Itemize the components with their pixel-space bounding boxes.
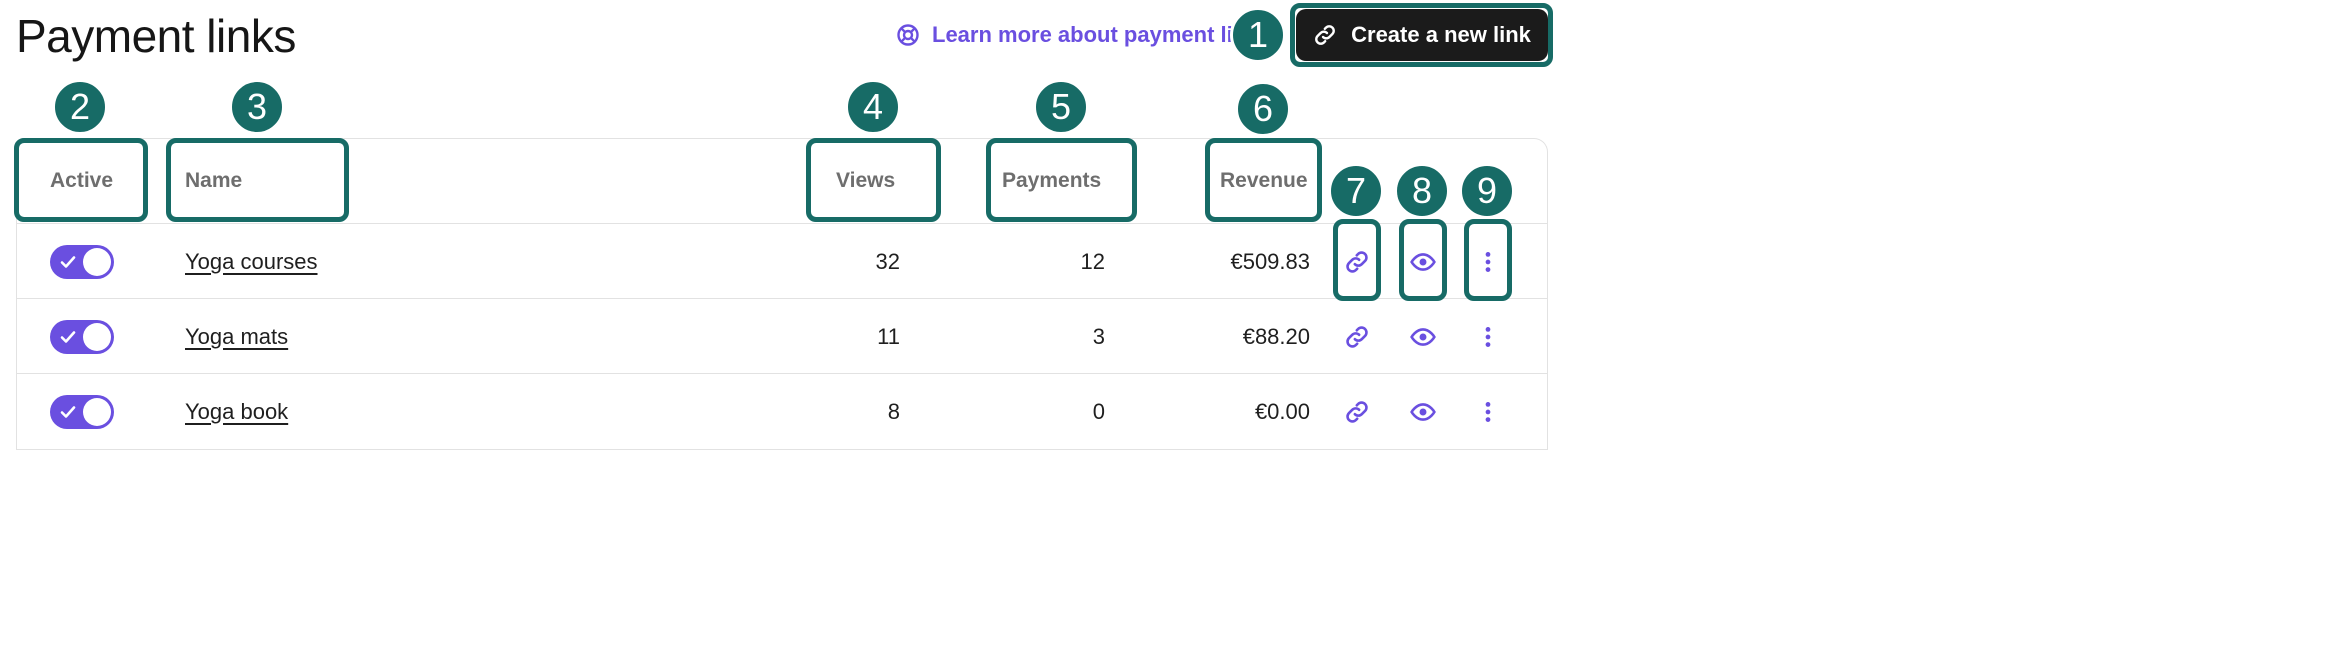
active-toggle[interactable] [50,320,114,354]
annotation-badge: 9 [1459,163,1515,219]
revenue-value: €509.83 [1230,248,1310,274]
active-toggle[interactable] [50,245,114,279]
revenue-value: €88.20 [1242,323,1310,349]
annotation-box-payments-column [986,138,1137,222]
annotation-badge: 7 [1328,163,1384,219]
check-icon [60,256,76,268]
toggle-knob [83,248,111,276]
annotation-badge: 8 [1394,163,1450,219]
check-icon [60,406,76,418]
annotation-badge: 4 [845,79,901,135]
active-toggle[interactable] [50,395,114,429]
annotation-box-active-column [14,138,148,222]
annotation-box-more-actions [1464,219,1512,301]
annotation-badge: 5 [1033,79,1089,135]
revenue-value: €0.00 [1254,398,1310,424]
views-value: 32 [875,248,900,274]
eye-icon[interactable] [1410,399,1436,425]
copy-link-icon[interactable] [1344,399,1370,425]
table-row: Yoga book 8 0 €0.00 [16,374,1548,449]
payment-link-name[interactable]: Yoga book [185,399,288,425]
check-icon [60,331,76,343]
annotation-box-preview [1399,219,1447,301]
views-value: 8 [887,398,900,424]
learn-more-label: Learn more about payment links [932,22,1248,47]
payments-value: 3 [1092,323,1105,349]
row-divider [16,449,1548,450]
payment-link-name[interactable]: Yoga mats [185,324,288,350]
copy-link-icon[interactable] [1344,324,1370,350]
views-value: 11 [877,323,900,349]
payment-links-page: Payment links Learn more about payment l… [0,0,1568,460]
annotation-box-views-column [806,138,941,222]
annotation-badge: 3 [229,79,285,135]
annotation-badge: 6 [1235,81,1291,137]
annotation-box-name-column [166,138,349,222]
eye-icon[interactable] [1410,324,1436,350]
table-row: Yoga mats 11 3 €88.20 [16,299,1548,374]
page-title: Payment links [16,10,296,62]
toggle-knob [83,398,111,426]
more-vertical-icon[interactable] [1475,399,1501,425]
toggle-knob [83,323,111,351]
lifebuoy-icon [897,24,919,46]
annotation-box-create-button [1290,3,1553,67]
table-row: Yoga courses 32 12 €509.83 [16,224,1548,299]
annotation-box-revenue-column [1205,138,1322,222]
payments-value: 12 [1080,248,1105,274]
learn-more-link[interactable]: Learn more about payment links [896,20,1248,50]
annotation-badge: 2 [52,79,108,135]
annotation-badge: 1 [1230,7,1286,63]
payment-link-name[interactable]: Yoga courses [185,249,318,275]
more-vertical-icon[interactable] [1475,324,1501,350]
annotation-box-copy-link [1333,219,1381,301]
payments-value: 0 [1092,398,1105,424]
